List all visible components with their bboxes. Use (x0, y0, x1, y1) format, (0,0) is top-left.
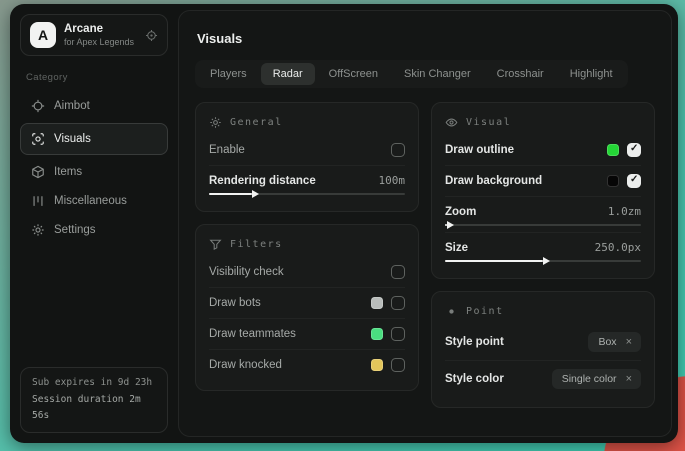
sidebar-item-label: Settings (54, 224, 96, 236)
target-icon[interactable] (145, 29, 158, 42)
setting-row-style-point: Style point Box (445, 324, 641, 360)
general-card: General Enable Rendering distance 100m (195, 102, 419, 212)
draw-bots-checkbox[interactable] (391, 296, 405, 310)
tab-skin-changer[interactable]: Skin Changer (392, 63, 483, 85)
draw-outline-checkbox[interactable] (627, 143, 641, 157)
sidebar-nav: Aimbot Visuals Items (20, 91, 168, 245)
category-label: Category (26, 72, 162, 83)
setting-row-rendering-distance: Rendering distance 100m (209, 165, 405, 191)
setting-label: Visibility check (209, 266, 284, 278)
gear-icon (209, 116, 222, 129)
style-point-select[interactable]: Box (588, 332, 641, 352)
eye-scan-icon (31, 132, 45, 146)
zoom-slider[interactable] (445, 222, 641, 232)
tab-offscreen[interactable]: OffScreen (317, 63, 390, 85)
point-card: Point Style point Box Style color Single… (431, 291, 655, 408)
size-value: 250.0px (595, 241, 641, 254)
section-title: Visual (466, 117, 511, 128)
sub-expiry: Sub expires in 9d 23h (32, 375, 156, 392)
draw-knocked-checkbox[interactable] (391, 358, 405, 372)
gear-icon (31, 223, 45, 237)
setting-row-style-color: Style color Single color (445, 360, 641, 397)
tab-crosshair[interactable]: Crosshair (485, 63, 556, 85)
rendering-distance-slider[interactable] (209, 191, 405, 201)
eye-icon (445, 116, 458, 129)
filters-card: Filters Visibility check Draw bots (195, 224, 419, 391)
setting-label: Draw outline (445, 144, 514, 156)
setting-row-draw-knocked: Draw knocked (209, 349, 405, 380)
setting-row-visibility-check: Visibility check (209, 257, 405, 287)
setting-row-enable: Enable (209, 135, 405, 165)
tab-players[interactable]: Players (198, 63, 259, 85)
sidebar-item-label: Items (54, 166, 82, 178)
sidebar-item-label: Visuals (54, 133, 91, 145)
setting-row-draw-bots: Draw bots (209, 287, 405, 318)
point-icon (445, 305, 458, 318)
app-name: Arcane (64, 22, 134, 36)
sidebar-item-items[interactable]: Items (20, 158, 168, 186)
tab-radar[interactable]: Radar (261, 63, 315, 85)
visibility-check-checkbox[interactable] (391, 265, 405, 279)
section-title: Point (466, 306, 504, 317)
brand-card: A Arcane for Apex Legends (20, 14, 168, 56)
filter-icon (209, 238, 222, 251)
app-window: A Arcane for Apex Legends Category (10, 4, 678, 443)
visual-card: Visual Draw outline Draw background (431, 102, 655, 279)
desktop: { "app": { "name": "Arcane", "subtitle":… (0, 0, 685, 451)
tab-highlight[interactable]: Highlight (558, 63, 625, 85)
setting-label: Enable (209, 144, 245, 156)
style-color-select[interactable]: Single color (552, 369, 641, 389)
sidebar-item-visuals[interactable]: Visuals (20, 123, 168, 155)
clear-icon[interactable] (626, 374, 632, 385)
columns-icon (31, 194, 45, 208)
setting-label: Style point (445, 336, 504, 348)
setting-label: Style color (445, 373, 504, 385)
setting-label: Draw bots (209, 297, 261, 309)
draw-outline-color-swatch[interactable] (607, 144, 619, 156)
setting-label: Rendering distance (209, 175, 316, 187)
app-subtitle: for Apex Legends (64, 37, 134, 48)
enable-checkbox[interactable] (391, 143, 405, 157)
rendering-distance-value: 100m (379, 174, 406, 187)
setting-label: Zoom (445, 206, 476, 218)
draw-background-checkbox[interactable] (627, 174, 641, 188)
sidebar-item-aimbot[interactable]: Aimbot (20, 92, 168, 120)
session-duration: Session duration 2m 56s (32, 392, 156, 425)
setting-row-size: Size 250.0px (445, 232, 641, 258)
draw-background-color-swatch[interactable] (607, 175, 619, 187)
draw-knocked-color-swatch[interactable] (371, 359, 383, 371)
sidebar-item-label: Miscellaneous (54, 195, 127, 207)
sidebar-item-miscellaneous[interactable]: Miscellaneous (20, 187, 168, 215)
draw-teammates-color-swatch[interactable] (371, 328, 383, 340)
page-title: Visuals (197, 31, 655, 46)
setting-row-draw-outline: Draw outline (445, 135, 641, 165)
crosshair-icon (31, 99, 45, 113)
section-title: General (230, 117, 283, 128)
sidebar-item-settings[interactable]: Settings (20, 216, 168, 244)
clear-icon[interactable] (626, 337, 632, 348)
setting-label: Draw background (445, 175, 542, 187)
sidebar-item-label: Aimbot (54, 100, 90, 112)
setting-label: Size (445, 242, 468, 254)
tab-bar: Players Radar OffScreen Skin Changer Cro… (195, 60, 628, 88)
box-icon (31, 165, 45, 179)
style-point-value: Box (598, 336, 616, 348)
style-color-value: Single color (562, 373, 617, 385)
zoom-value: 1.0zm (608, 205, 641, 218)
setting-label: Draw knocked (209, 359, 282, 371)
draw-bots-color-swatch[interactable] (371, 297, 383, 309)
setting-row-draw-teammates: Draw teammates (209, 318, 405, 349)
sidebar: A Arcane for Apex Legends Category (10, 4, 178, 443)
session-info: Sub expires in 9d 23h Session duration 2… (20, 367, 168, 433)
draw-teammates-checkbox[interactable] (391, 327, 405, 341)
setting-label: Draw teammates (209, 328, 296, 340)
app-logo: A (30, 22, 56, 48)
setting-row-draw-background: Draw background (445, 165, 641, 196)
setting-row-zoom: Zoom 1.0zm (445, 196, 641, 222)
section-title: Filters (230, 239, 283, 250)
size-slider[interactable] (445, 258, 641, 268)
main-panel: Visuals Players Radar OffScreen Skin Cha… (178, 10, 672, 437)
